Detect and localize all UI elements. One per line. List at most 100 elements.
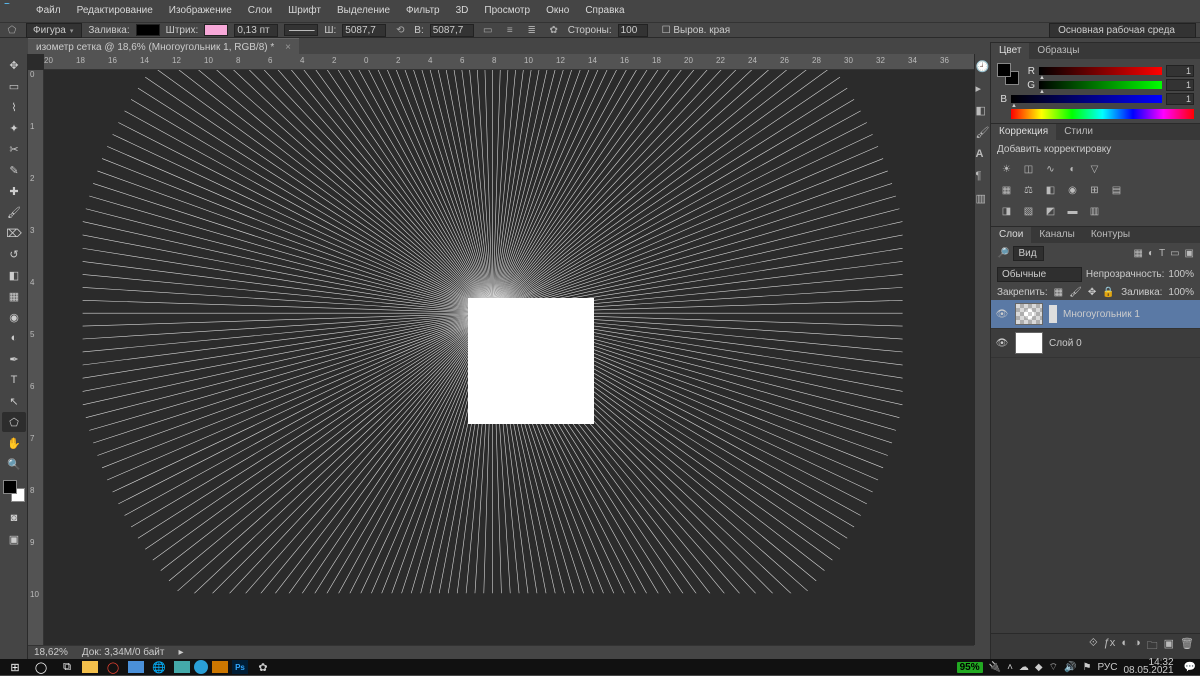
fg-color-swatch[interactable]: [997, 63, 1011, 77]
tab-layers[interactable]: Слои: [991, 227, 1031, 243]
fill-opacity-value[interactable]: 100%: [1168, 287, 1194, 298]
lock-all-icon[interactable]: 🔒: [1102, 287, 1114, 298]
adj-mixer-icon[interactable]: ⊞: [1087, 184, 1102, 197]
adj-lookup-icon[interactable]: ▤: [1109, 184, 1124, 197]
trash-icon[interactable]: 🗑: [1180, 637, 1194, 656]
opera-icon[interactable]: ◯: [102, 660, 124, 674]
filter-shape-icon[interactable]: ▭: [1170, 248, 1179, 259]
layer-thumb[interactable]: [1015, 332, 1043, 354]
color-swatches[interactable]: [3, 480, 25, 502]
fill-swatch[interactable]: [136, 24, 160, 36]
tab-adjustments[interactable]: Коррекция: [991, 124, 1056, 140]
brushes-icon[interactable]: 🖌: [976, 126, 990, 140]
shape-tool[interactable]: ⬠: [2, 412, 26, 432]
tray-flag-icon[interactable]: ⚑: [1082, 662, 1091, 673]
sides-input[interactable]: [618, 24, 648, 37]
layer-filter-dropdown[interactable]: Вид: [1013, 246, 1043, 261]
g-slider[interactable]: [1039, 81, 1162, 89]
eraser-tool[interactable]: ◧: [2, 265, 26, 285]
quickmask-tool[interactable]: ◙: [2, 508, 26, 528]
ps-taskbar-icon[interactable]: Ps: [232, 660, 248, 674]
filter-adj-icon[interactable]: ◐: [1148, 248, 1154, 259]
tray-app-icon[interactable]: ◆: [1035, 662, 1043, 673]
tab-paths[interactable]: Контуры: [1083, 227, 1138, 243]
app3-icon[interactable]: [212, 661, 228, 673]
history-icon[interactable]: 🕘: [976, 60, 990, 74]
battery-indicator[interactable]: 95%: [957, 662, 983, 673]
app-icon[interactable]: [128, 661, 144, 673]
tray-lang[interactable]: РУС: [1097, 662, 1117, 673]
new-adj-icon[interactable]: ◑: [1134, 637, 1141, 656]
adj-brightness-icon[interactable]: ☀: [999, 163, 1014, 176]
menu-select[interactable]: Выделение: [329, 2, 398, 19]
taskview-button[interactable]: ⧉: [56, 660, 78, 674]
align-icon[interactable]: ≡: [502, 23, 518, 37]
adj-invert-icon[interactable]: ◨: [999, 205, 1014, 218]
adj-selective-icon[interactable]: ▥: [1087, 205, 1102, 218]
menu-window[interactable]: Окно: [538, 2, 577, 19]
adj-bw-icon[interactable]: ◧: [1043, 184, 1058, 197]
dodge-tool[interactable]: ◐: [2, 328, 26, 348]
adj-map-icon[interactable]: ▬: [1065, 205, 1080, 218]
doc-info[interactable]: Док: 3,34M/0 байт: [82, 647, 165, 658]
stroke-style[interactable]: [284, 24, 318, 36]
layer-name[interactable]: Слой 0: [1049, 338, 1082, 349]
tray-wifi-icon[interactable]: ⌔: [1049, 661, 1058, 674]
filter-pixel-icon[interactable]: ▦: [1133, 248, 1142, 259]
adj-poster-icon[interactable]: ▧: [1021, 205, 1036, 218]
chrome-icon[interactable]: 🌐: [148, 660, 170, 674]
tray-clock[interactable]: 14:3208.05.2021: [1123, 659, 1177, 675]
align-edges-checkbox[interactable]: ☐ Выров. края: [662, 25, 731, 36]
new-layer-icon[interactable]: ▣: [1164, 637, 1174, 656]
adj-hue-icon[interactable]: ▦: [999, 184, 1014, 197]
lock-trans-icon[interactable]: ▦: [1054, 287, 1063, 298]
tray-volume-icon[interactable]: 🔊: [1064, 662, 1076, 673]
adj-levels-icon[interactable]: ◫: [1021, 163, 1036, 176]
tray-up-icon[interactable]: ˄: [1007, 662, 1013, 673]
mask-icon[interactable]: ◐: [1121, 637, 1128, 656]
search-button[interactable]: ◯: [30, 660, 52, 674]
move-tool[interactable]: ✥: [2, 55, 26, 75]
stroke-swatch[interactable]: [204, 24, 228, 36]
hue-ramp[interactable]: [1011, 109, 1194, 119]
layer-row[interactable]: 👁 Слой 0: [991, 329, 1200, 358]
link-layers-icon[interactable]: ⟐: [1089, 637, 1098, 656]
adj-threshold-icon[interactable]: ◩: [1043, 205, 1058, 218]
lock-pixels-icon[interactable]: 🖌: [1069, 287, 1082, 298]
zoom-tool[interactable]: 🔍: [2, 454, 26, 474]
pen-tool[interactable]: ✒: [2, 349, 26, 369]
eyedropper-tool[interactable]: ✎: [2, 160, 26, 180]
lasso-tool[interactable]: ⌇: [2, 97, 26, 117]
blur-tool[interactable]: ◉: [2, 307, 26, 327]
g-input[interactable]: [1166, 79, 1194, 91]
b-input[interactable]: [1166, 93, 1194, 105]
layer-row[interactable]: 👁 Многоугольник 1: [991, 300, 1200, 329]
adj-vibrance-icon[interactable]: ▽: [1087, 163, 1102, 176]
pathops-icon[interactable]: ▭: [480, 23, 496, 37]
brush-tool[interactable]: 🖌: [2, 202, 26, 222]
tab-channels[interactable]: Каналы: [1031, 227, 1083, 243]
app2-icon[interactable]: [194, 660, 208, 674]
wand-tool[interactable]: ✦: [2, 118, 26, 138]
type-tool[interactable]: T: [2, 370, 26, 390]
blend-mode-dropdown[interactable]: Обычные: [997, 267, 1082, 282]
width-input[interactable]: [342, 24, 386, 37]
status-arrow-icon[interactable]: ▸: [178, 647, 183, 658]
close-tab-icon[interactable]: ×: [285, 42, 291, 53]
menu-edit[interactable]: Редактирование: [69, 2, 161, 19]
tab-swatches[interactable]: Образцы: [1029, 43, 1087, 59]
crop-tool[interactable]: ✂: [2, 139, 26, 159]
canvas[interactable]: [44, 70, 974, 645]
menu-view[interactable]: Просмотр: [476, 2, 538, 19]
stamp-tool[interactable]: ⌦: [2, 223, 26, 243]
arrange-icon[interactable]: ≣: [524, 23, 540, 37]
heal-tool[interactable]: ✚: [2, 181, 26, 201]
char-icon[interactable]: A: [976, 148, 990, 162]
menu-image[interactable]: Изображение: [161, 2, 240, 19]
workspace-dropdown[interactable]: Основная рабочая среда: [1049, 23, 1196, 38]
menu-file[interactable]: Файл: [28, 2, 69, 19]
r-input[interactable]: [1166, 65, 1194, 77]
layer-name[interactable]: Многоугольник 1: [1063, 309, 1140, 320]
menu-filter[interactable]: Фильтр: [398, 2, 448, 19]
vector-mask-thumb[interactable]: [1049, 305, 1057, 323]
